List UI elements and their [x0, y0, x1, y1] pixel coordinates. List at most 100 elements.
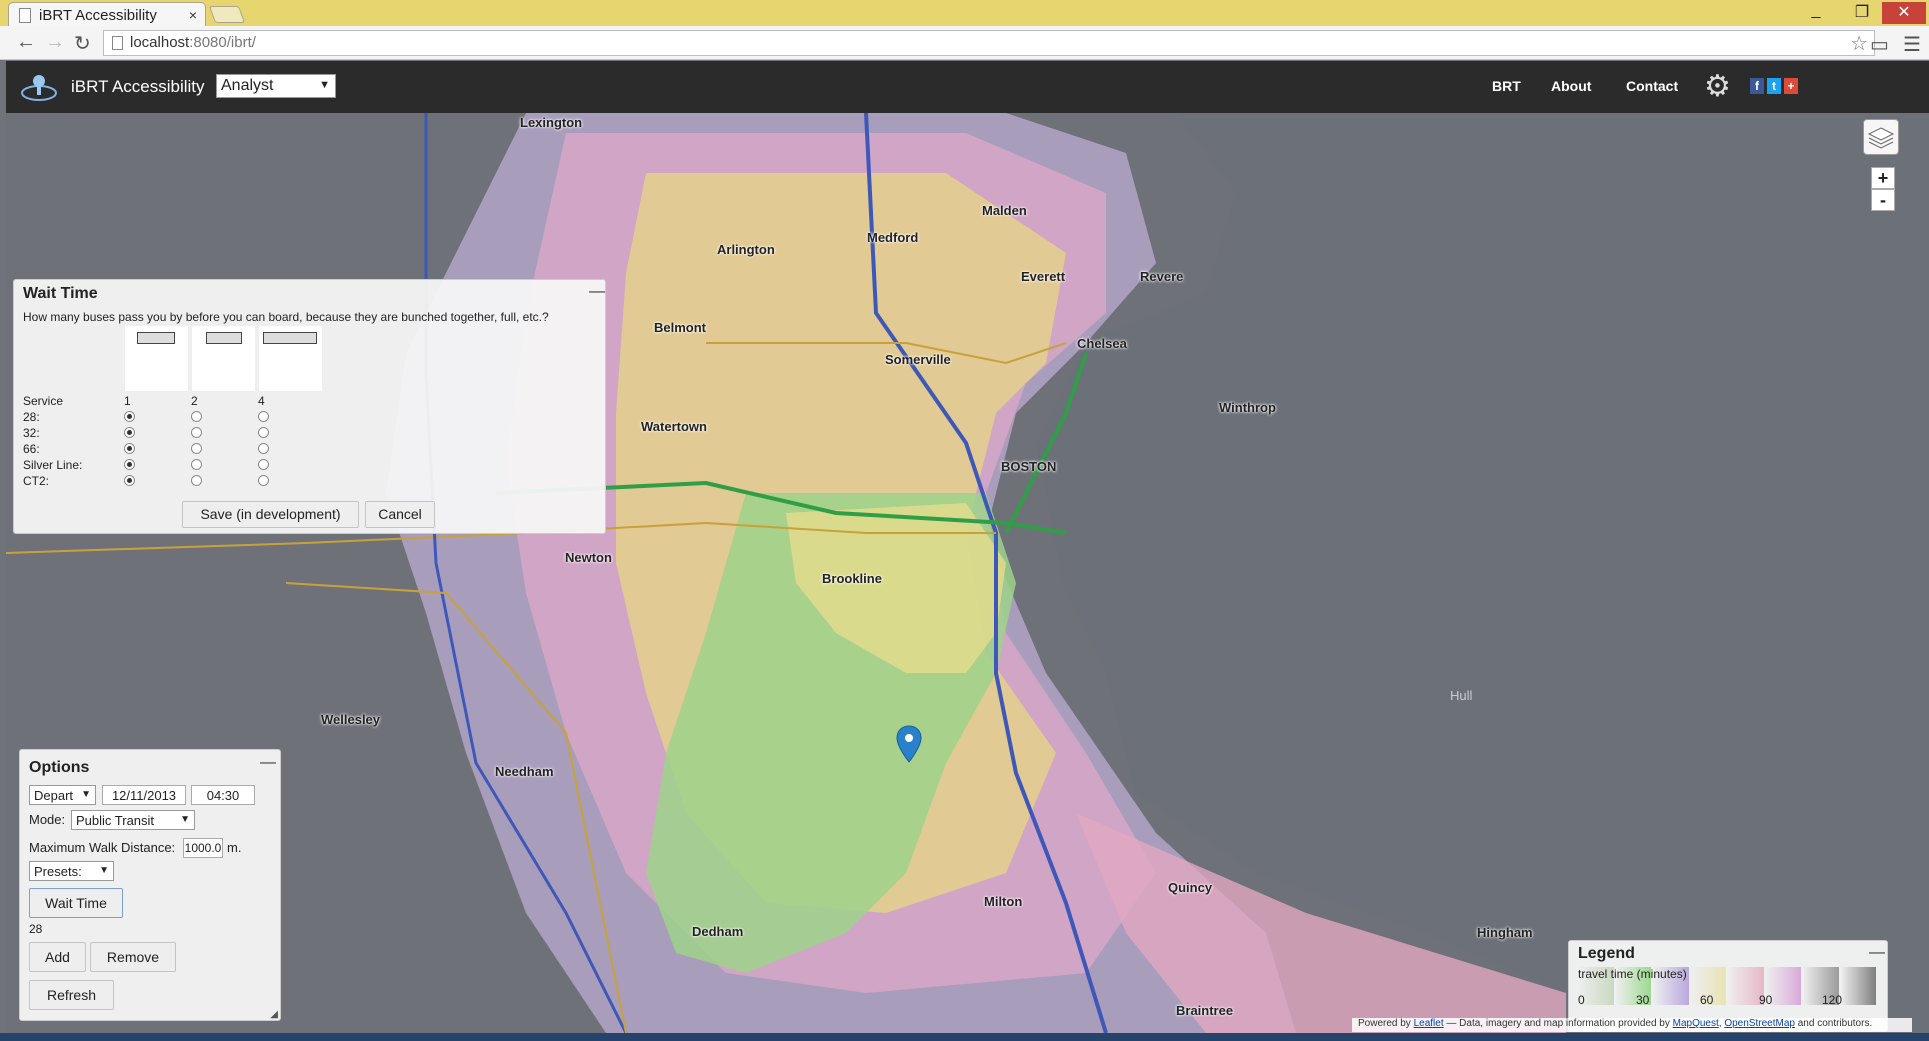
- layers-control[interactable]: [1863, 119, 1899, 155]
- minimize-icon[interactable]: —: [1869, 944, 1885, 962]
- cancel-button[interactable]: Cancel: [365, 501, 435, 528]
- wait-question: How many buses pass you by before you ca…: [23, 310, 549, 324]
- map-label: Quincy: [1168, 880, 1213, 895]
- chevron-down-icon: ▼: [319, 79, 330, 91]
- wait-time-panel: Wait Time — How many buses pass you by b…: [13, 279, 606, 534]
- radio-66-2[interactable]: [191, 443, 202, 454]
- walk-distance-label: Maximum Walk Distance:: [29, 840, 176, 855]
- radio-32-2[interactable]: [191, 427, 202, 438]
- radio-28-1[interactable]: [124, 411, 135, 422]
- nav-contact[interactable]: Contact: [1626, 78, 1678, 94]
- radio-28-4[interactable]: [258, 411, 269, 422]
- service-name: 32:: [23, 426, 40, 440]
- maximize-window-icon[interactable]: ❐: [1840, 2, 1884, 24]
- minimize-icon[interactable]: —: [260, 754, 276, 772]
- role-value: Analyst: [221, 77, 274, 94]
- service-name: CT2:: [23, 474, 50, 488]
- walk-distance-field[interactable]: 1000.0: [183, 838, 223, 858]
- bus-bunching-1-image: [124, 325, 189, 392]
- radio-ct2-2[interactable]: [191, 475, 202, 486]
- new-tab-button[interactable]: [208, 6, 246, 23]
- menu-icon[interactable]: ☰: [1903, 32, 1921, 57]
- options-panel: Options — Depart ▼ 12/11/2013 04:30 Mode…: [19, 749, 281, 1021]
- close-window-icon[interactable]: ✕: [1882, 2, 1926, 24]
- map-label: Chelsea: [1077, 336, 1127, 351]
- service-name: Silver Line:: [23, 458, 83, 472]
- address-bar[interactable]: localhost:8080/ibrt/ ☆: [103, 30, 1875, 56]
- legend-tick: 60: [1700, 993, 1714, 1007]
- browser-tab[interactable]: iBRT Accessibility ×: [8, 2, 206, 27]
- url-host: localhost: [130, 34, 190, 51]
- tab-title: iBRT Accessibility: [39, 6, 157, 24]
- mode-label: Mode:: [29, 812, 66, 827]
- legend-tick: 0: [1578, 993, 1585, 1007]
- map-label: Hingham: [1477, 925, 1533, 940]
- mapquest-link[interactable]: MapQuest: [1673, 1018, 1719, 1029]
- presets-select[interactable]: Presets: ▼: [29, 861, 114, 881]
- map-label: Brookline: [822, 571, 882, 586]
- forward-icon[interactable]: →: [45, 31, 65, 54]
- leaflet-link[interactable]: Leaflet: [1414, 1018, 1444, 1029]
- back-icon[interactable]: ←: [16, 31, 36, 54]
- zoom-in-button[interactable]: +: [1871, 167, 1895, 189]
- radio-ct2-4[interactable]: [258, 475, 269, 486]
- add-button[interactable]: Add: [29, 942, 86, 972]
- radio-ct2-1[interactable]: [124, 475, 135, 486]
- radio-66-1[interactable]: [124, 443, 135, 454]
- legend-title: Legend: [1578, 945, 1635, 962]
- accessibility-heatmap: [6, 113, 1929, 1033]
- radio-32-1[interactable]: [124, 427, 135, 438]
- zoom-out-button[interactable]: -: [1871, 189, 1895, 211]
- bookmark-star-icon[interactable]: ☆: [1850, 31, 1868, 56]
- gear-icon[interactable]: ⚙: [1704, 69, 1731, 104]
- map-marker-icon[interactable]: [896, 725, 922, 763]
- save-button[interactable]: Save (in development): [182, 501, 359, 528]
- presets-value: Presets:: [34, 864, 82, 879]
- bus-bunching-2-image: [191, 325, 256, 392]
- facebook-icon[interactable]: f: [1750, 78, 1764, 94]
- radio-66-4[interactable]: [258, 443, 269, 454]
- map[interactable]: Lexington Arlington Medford Malden Evere…: [6, 113, 1929, 1033]
- minimize-icon[interactable]: —: [589, 283, 605, 301]
- tab-close-icon[interactable]: ×: [189, 7, 197, 23]
- wait-time-button[interactable]: Wait Time: [29, 888, 123, 918]
- reload-icon[interactable]: ↻: [74, 31, 91, 56]
- nav-about[interactable]: About: [1551, 78, 1591, 94]
- mode-select[interactable]: Public Transit ▼: [71, 810, 195, 830]
- service-header: Service: [23, 394, 64, 408]
- radio-silver-line-4[interactable]: [258, 459, 269, 470]
- map-label: Lexington: [520, 115, 583, 130]
- service-name: 66:: [23, 442, 40, 456]
- panel-title: Wait Time: [23, 285, 98, 302]
- radio-32-4[interactable]: [258, 427, 269, 438]
- map-label: Belmont: [654, 320, 706, 335]
- time-field[interactable]: 04:30: [191, 785, 255, 805]
- openstreetmap-link[interactable]: OpenStreetMap: [1724, 1018, 1795, 1029]
- remove-button[interactable]: Remove: [90, 942, 176, 972]
- url-path: :8080/ibrt/: [189, 34, 256, 51]
- radio-28-2[interactable]: [191, 411, 202, 422]
- role-select[interactable]: Analyst ▼: [216, 74, 336, 98]
- refresh-button[interactable]: Refresh: [29, 980, 114, 1010]
- cast-icon[interactable]: ▭: [1870, 32, 1889, 57]
- minimize-window-icon[interactable]: _: [1794, 2, 1838, 24]
- twitter-icon[interactable]: t: [1767, 78, 1781, 94]
- panel-title: Options: [29, 759, 90, 776]
- date-field[interactable]: 12/11/2013: [102, 785, 186, 805]
- nav-brt[interactable]: BRT: [1492, 78, 1521, 94]
- map-label: Medford: [867, 230, 919, 245]
- attribution-end: and contributors.: [1797, 1018, 1873, 1029]
- map-attribution: Powered by Leaflet — Data, imagery and m…: [1352, 1018, 1912, 1032]
- route-value: 28: [29, 922, 43, 936]
- radio-silver-line-1[interactable]: [124, 459, 135, 470]
- legend-tick: 30: [1636, 993, 1650, 1007]
- depart-value: Depart: [34, 788, 74, 803]
- map-label: Arlington: [717, 242, 775, 257]
- depart-select[interactable]: Depart ▼: [29, 785, 96, 805]
- resize-handle-icon[interactable]: ◢: [270, 1009, 278, 1020]
- share-plus-icon[interactable]: +: [1784, 78, 1798, 94]
- page-icon: [112, 36, 123, 50]
- map-label: Braintree: [1176, 1003, 1234, 1018]
- legend-swatch: [1840, 967, 1876, 1005]
- radio-silver-line-2[interactable]: [191, 459, 202, 470]
